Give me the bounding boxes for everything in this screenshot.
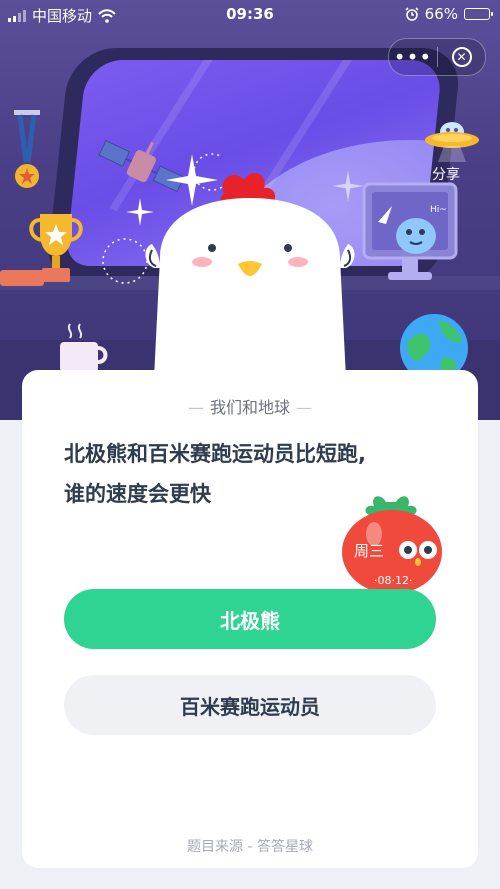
question-source: 题目来源 - 答答星球 bbox=[187, 839, 313, 855]
tomato-date-badge: 周三 ·08·12· bbox=[342, 496, 442, 594]
chicken-mascot bbox=[145, 173, 355, 378]
topic-text: 我们和地球 bbox=[209, 398, 290, 417]
alarm-icon bbox=[405, 7, 419, 21]
topic-label: — 我们和地球 — bbox=[187, 398, 312, 417]
alien-greeting: Hi~ bbox=[430, 205, 447, 215]
close-button[interactable]: ✕ bbox=[438, 47, 485, 67]
answer-option-a[interactable]: 北极熊 bbox=[64, 589, 436, 649]
medal-icon bbox=[14, 110, 40, 188]
mini-program-capsule: ••• ✕ bbox=[388, 38, 486, 76]
question-line: 北极熊和百米赛跑运动员比短跑, bbox=[64, 442, 366, 466]
answer-option-b[interactable]: 百米赛跑运动员 bbox=[64, 675, 436, 735]
status-bar: 中国移动 09:36 66% bbox=[0, 0, 500, 30]
ufo-share-icon[interactable] bbox=[424, 118, 480, 164]
question-card: — 我们和地球 — 北极熊和百米赛跑运动员比短跑, 谁的速度会更快 周三 ·08·1… bbox=[22, 370, 478, 868]
tomato-date: ·08·12· bbox=[374, 574, 412, 587]
tomato-weekday: 周三 bbox=[354, 542, 384, 560]
monitor-alien-icon: Hi~ bbox=[362, 182, 458, 280]
books bbox=[0, 270, 44, 286]
more-options-button[interactable]: ••• bbox=[389, 39, 437, 75]
option-label: 北极熊 bbox=[220, 610, 280, 633]
battery-percent: 66% bbox=[424, 5, 458, 23]
share-label[interactable]: 分享 bbox=[432, 164, 460, 184]
mug-icon bbox=[60, 323, 108, 372]
battery-icon bbox=[464, 8, 493, 20]
option-label: 百米赛跑运动员 bbox=[180, 696, 320, 719]
close-icon: ✕ bbox=[451, 47, 472, 67]
